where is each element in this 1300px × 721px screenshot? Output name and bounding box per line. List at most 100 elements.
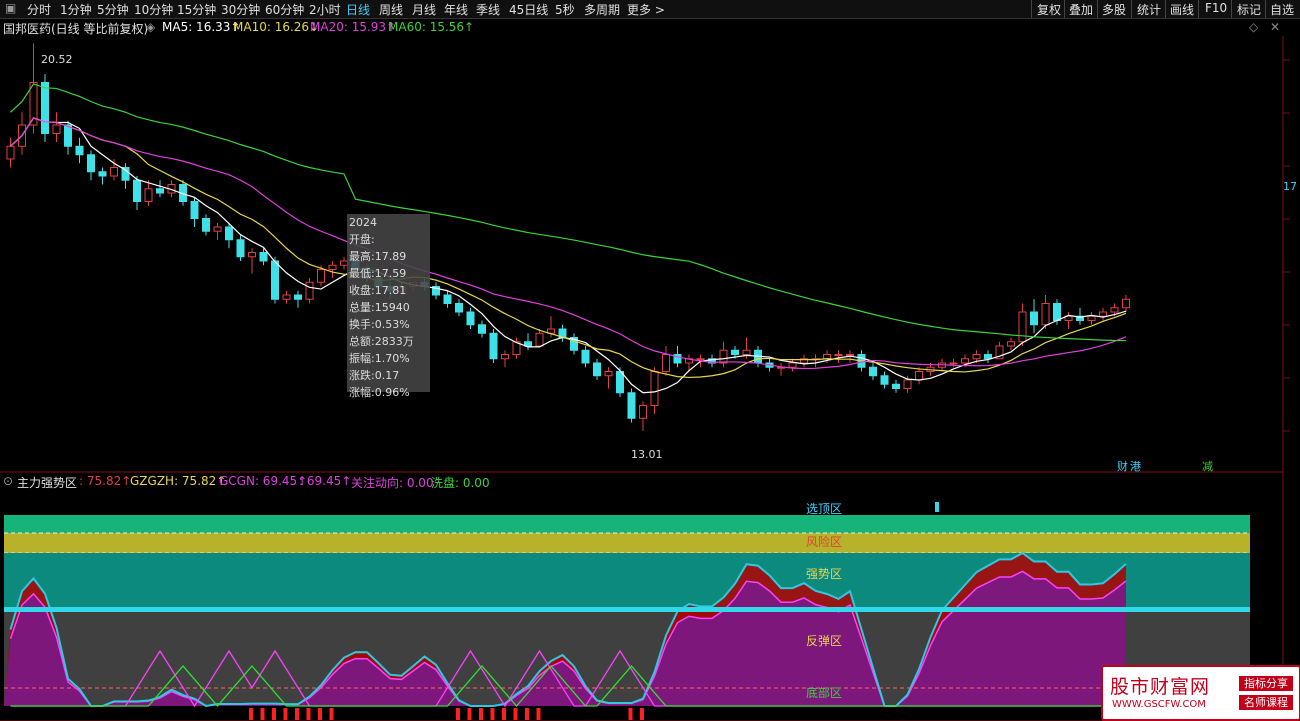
candle-body (892, 383, 900, 389)
signal-bar (260, 708, 265, 720)
candle-body (75, 145, 84, 156)
candle-body (731, 349, 739, 355)
tooltip-date: 2024 (349, 216, 377, 229)
candle-body (64, 124, 72, 147)
signal-bar (479, 708, 483, 720)
zone-risk-band (4, 533, 1250, 553)
signal-bar (640, 708, 644, 720)
candle-body (294, 294, 302, 300)
candle-body (144, 188, 153, 202)
signal-bar (318, 708, 322, 720)
candle-body (190, 201, 199, 219)
signal-bar (306, 708, 311, 720)
tooltip-low: 最低:17.59 (349, 267, 407, 280)
site-logo: 股市财富网 WWW.GSCFW.COM 指标分享 名师课程 (1101, 665, 1300, 721)
candle-body (662, 354, 670, 372)
signal-bar (456, 708, 460, 720)
indicator-washout: 洗盘: 0.00 (431, 476, 490, 490)
indicator-gzgzh: GZGZH: 75.82↑ (130, 474, 227, 488)
logo-url: WWW.GSCFW.COM (1112, 699, 1206, 710)
candle-body (639, 405, 647, 419)
signal-bar (490, 708, 495, 720)
event-mark-cai[interactable]: 财 (1117, 458, 1128, 474)
candle-body (98, 171, 107, 177)
price-scale-label: 17 (1283, 180, 1297, 193)
chart-canvas[interactable] (0, 0, 1300, 721)
tooltip-change: 涨跌:0.17 (349, 369, 400, 382)
candle-body (834, 354, 843, 356)
signal-bar (283, 708, 288, 720)
zone-label-strong: 强势区 (806, 567, 843, 581)
candle-body (466, 311, 475, 326)
candle-body (1041, 303, 1050, 326)
signal-bar (502, 708, 506, 720)
candle-body (328, 264, 337, 270)
candle-body (880, 375, 889, 385)
candle-body (489, 332, 498, 360)
tooltip-close: 收盘:17.81 (349, 284, 407, 297)
candle-body (6, 145, 15, 160)
signal-bar (272, 708, 276, 720)
candle-body (915, 371, 923, 381)
indicator-value-1: : 75.82↑ (79, 474, 132, 488)
candle-body (156, 188, 164, 194)
event-mark-jian[interactable]: 减 (1202, 458, 1213, 474)
candle-body (87, 154, 95, 173)
candle-body (869, 366, 877, 377)
candle-body (719, 349, 728, 364)
candle-body (1030, 311, 1038, 326)
candle-body (41, 82, 49, 134)
candle-body (282, 294, 291, 300)
candle-body (110, 167, 118, 177)
zone-top-band (4, 515, 1250, 533)
candle-tooltip: 2024 开盘: 最高:17.89 最低:17.59 收盘:17.81 总量:1… (347, 214, 430, 399)
line-ma10 (10, 117, 1127, 379)
indicator-attention: 关注动向: 0.00 (351, 476, 434, 490)
signal-bar (536, 708, 541, 720)
zone-label-top: 选顶区 (806, 502, 843, 516)
candle-body (984, 354, 992, 360)
candle-body (213, 226, 222, 232)
tooltip-amplitude: 振幅:1.70% (349, 352, 410, 365)
candle-body (949, 362, 958, 365)
candle-body (1122, 298, 1130, 309)
candle-body (1110, 307, 1119, 313)
logo-tag-course: 名师课程 (1239, 695, 1293, 710)
candle-body (535, 332, 544, 347)
candle-body (650, 371, 659, 406)
event-mark-gang[interactable]: 港 (1130, 458, 1141, 474)
signal-bar (249, 708, 253, 720)
candle-body (259, 252, 268, 262)
candle-body (225, 226, 233, 241)
zone-divider-band (4, 607, 1250, 612)
high-price-label: 20.52 (41, 53, 73, 66)
zone-label-rebound: 反弹区 (806, 634, 843, 648)
logo-name: 股市财富网 (1110, 676, 1211, 698)
low-price-label: 13.01 (631, 448, 663, 461)
logo-tag-share: 指标分享 (1239, 676, 1293, 691)
signal-bar (329, 708, 334, 720)
line-ma60 (10, 83, 1127, 342)
candle-body (961, 358, 969, 364)
signal-bar (467, 708, 472, 720)
candle-body (501, 354, 509, 360)
candle-body (1053, 303, 1061, 321)
candle-body (846, 354, 854, 356)
zone-label-risk: 风险区 (806, 535, 843, 549)
candle-body (1087, 315, 1096, 321)
tooltip-high: 最高:17.89 (349, 250, 407, 263)
candle-body (305, 281, 314, 300)
signal-bar (628, 708, 633, 720)
candle-body (823, 354, 831, 360)
signal-bar (295, 708, 299, 720)
candle-body (604, 371, 613, 377)
top-signal-mark (935, 502, 939, 512)
candle-body (133, 179, 141, 202)
tooltip-change-pct: 涨幅:0.96% (349, 386, 410, 399)
indicator-menu-icon[interactable]: ⊙ (3, 474, 13, 488)
candle-body (581, 349, 590, 364)
candle-body (1007, 341, 1015, 347)
candle-body (593, 362, 601, 377)
candle-body (455, 303, 463, 313)
candle-body (616, 371, 624, 394)
